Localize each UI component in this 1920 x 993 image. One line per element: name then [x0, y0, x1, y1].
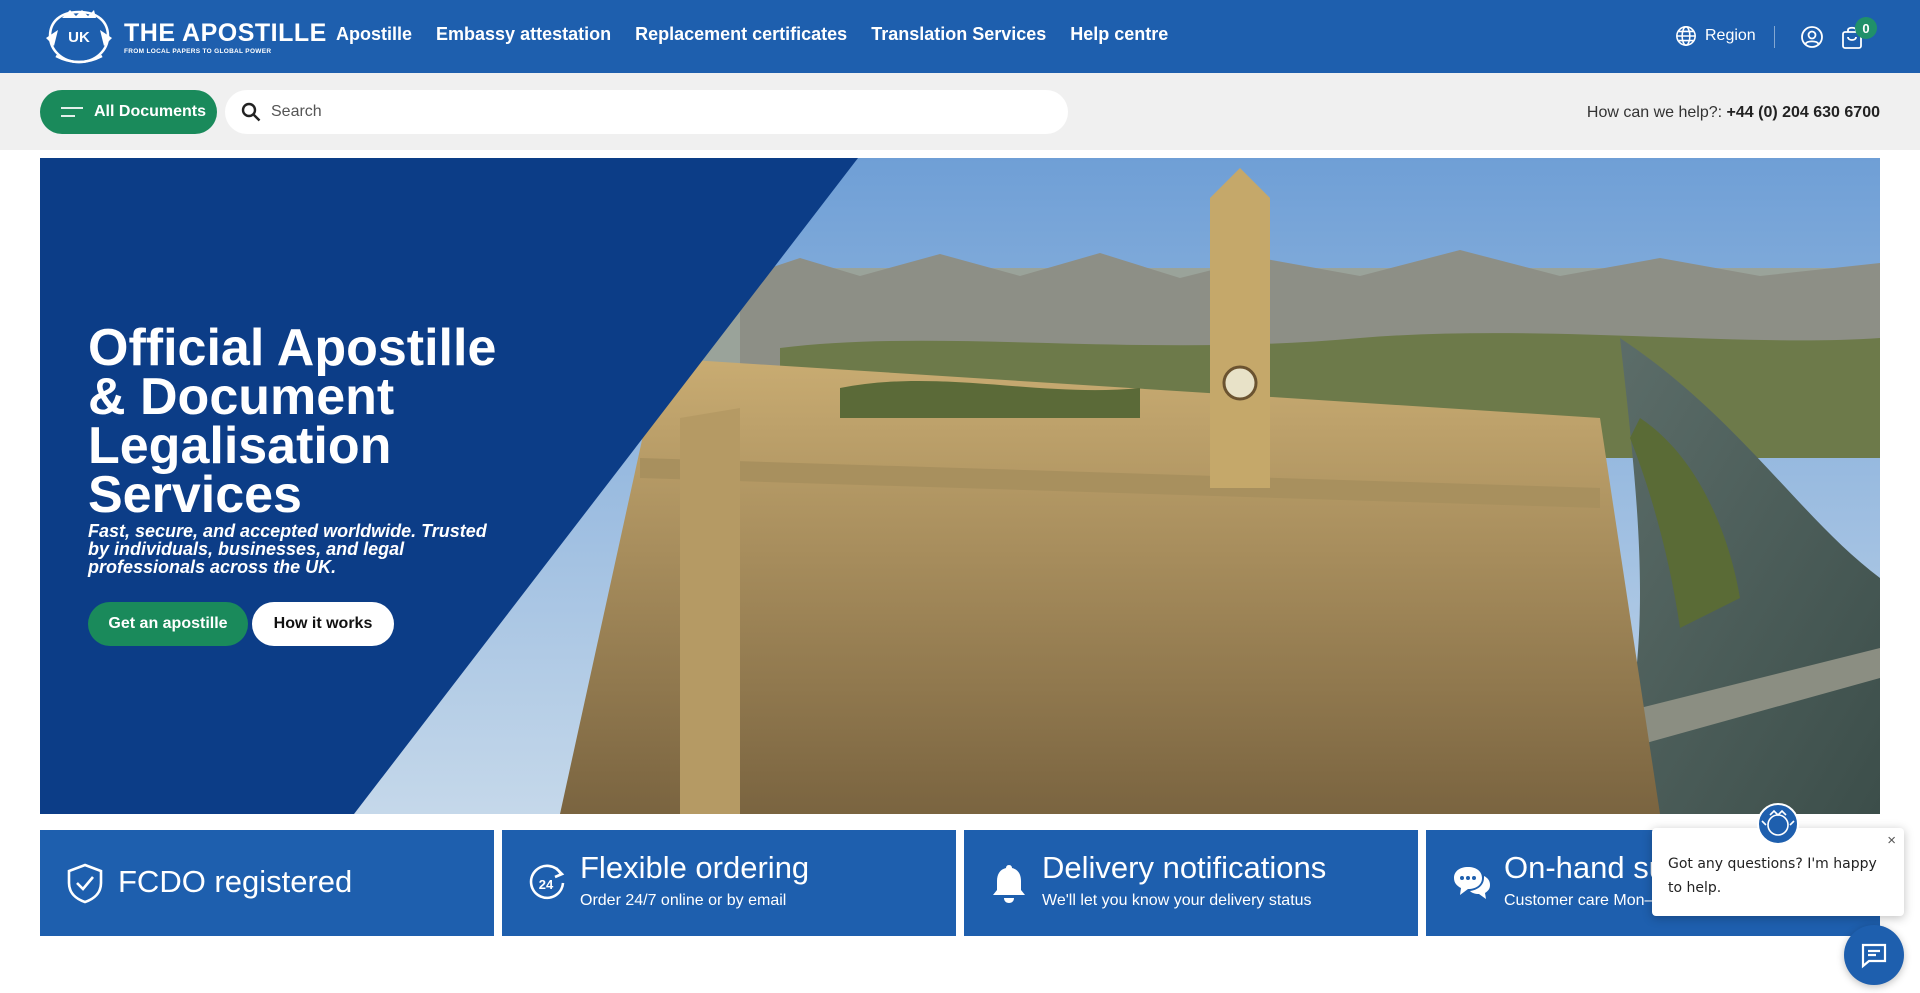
- cart-count-badge: 0: [1855, 17, 1877, 39]
- feature-subtitle: Customer care Mon–: [1504, 892, 1654, 909]
- feature-card-ordering: 24 Flexible ordering Order 24/7 online o…: [502, 830, 956, 936]
- chat-bubbles-icon: [1454, 867, 1490, 899]
- main-nav: Apostille Embassy attestation Replacemen…: [336, 24, 1168, 45]
- logo-text: THE APOSTILLE FROM LOCAL PAPERS TO GLOBA…: [124, 20, 327, 55]
- feature-subtitle: Order 24/7 online or by email: [580, 892, 787, 909]
- all-documents-button[interactable]: All Documents: [40, 90, 217, 134]
- svg-text:UK: UK: [68, 29, 90, 46]
- help-phone: How can we help?: +44 (0) 204 630 6700: [1587, 104, 1880, 122]
- hero-subtitle: Fast, secure, and accepted worldwide. Tr…: [88, 521, 487, 577]
- open-chat-button[interactable]: [1844, 925, 1904, 985]
- feature-title: Delivery notifications: [1042, 850, 1327, 885]
- shield-check-icon: [67, 863, 103, 904]
- menu-icon: [61, 107, 83, 117]
- top-navigation-bar: UK THE APOSTILLE FROM LOCAL PAPERS TO GL…: [0, 0, 1920, 73]
- nav-translation-services[interactable]: Translation Services: [871, 24, 1046, 45]
- nav-help-centre[interactable]: Help centre: [1070, 24, 1168, 45]
- help-prefix: How can we help?:: [1586, 104, 1727, 121]
- help-phone-number[interactable]: +44 (0) 204 630 6700: [1727, 104, 1880, 121]
- feature-subtitle: We'll let you know your delivery status: [1042, 892, 1312, 909]
- chat-agent-avatar: [1757, 803, 1799, 845]
- search-box: [225, 90, 1068, 134]
- bell-icon: [993, 865, 1025, 903]
- search-bar-row: All Documents How can we help?: +44 (0) …: [0, 73, 1920, 150]
- chat-message: Got any questions? I'm happy to help.: [1668, 856, 1877, 896]
- hero-banner: Official Apostille & Document Legalisati…: [40, 158, 1880, 814]
- search-icon: [241, 102, 261, 122]
- all-documents-label: All Documents: [94, 103, 207, 120]
- close-icon[interactable]: ×: [1887, 832, 1896, 849]
- globe-icon: [1676, 26, 1696, 46]
- how-it-works-button[interactable]: How it works: [252, 602, 394, 646]
- region-label: Region: [1705, 27, 1756, 44]
- svg-text:24: 24: [539, 877, 554, 892]
- clock-24-icon: 24: [529, 864, 565, 900]
- search-input[interactable]: [271, 103, 1031, 121]
- chat-icon: [1861, 943, 1887, 969]
- brand-tagline: FROM LOCAL PAPERS TO GLOBAL POWER: [124, 47, 272, 55]
- user-icon[interactable]: [1800, 25, 1824, 49]
- nav-embassy-attestation[interactable]: Embassy attestation: [436, 24, 611, 45]
- header-divider: [1774, 26, 1775, 48]
- crest-avatar-icon: [1761, 809, 1795, 836]
- site-logo[interactable]: UK THE APOSTILLE FROM LOCAL PAPERS TO GL…: [40, 8, 327, 66]
- feature-title: FCDO registered: [118, 864, 353, 899]
- region-selector[interactable]: Region: [1675, 25, 1756, 47]
- feature-title: Flexible ordering: [580, 850, 810, 885]
- uk-crest-logo-icon: UK: [46, 10, 112, 64]
- feature-card-fcdo: FCDO registered: [40, 830, 494, 936]
- get-an-apostille-button[interactable]: Get an apostille: [88, 602, 248, 646]
- nav-apostille[interactable]: Apostille: [336, 24, 412, 45]
- nav-replacement-certificates[interactable]: Replacement certificates: [635, 24, 847, 45]
- feature-card-delivery: Delivery notifications We'll let you kno…: [964, 830, 1418, 936]
- hero-title: Official Apostille & Document Legalisati…: [88, 319, 497, 524]
- brand-name: THE APOSTILLE: [124, 18, 327, 47]
